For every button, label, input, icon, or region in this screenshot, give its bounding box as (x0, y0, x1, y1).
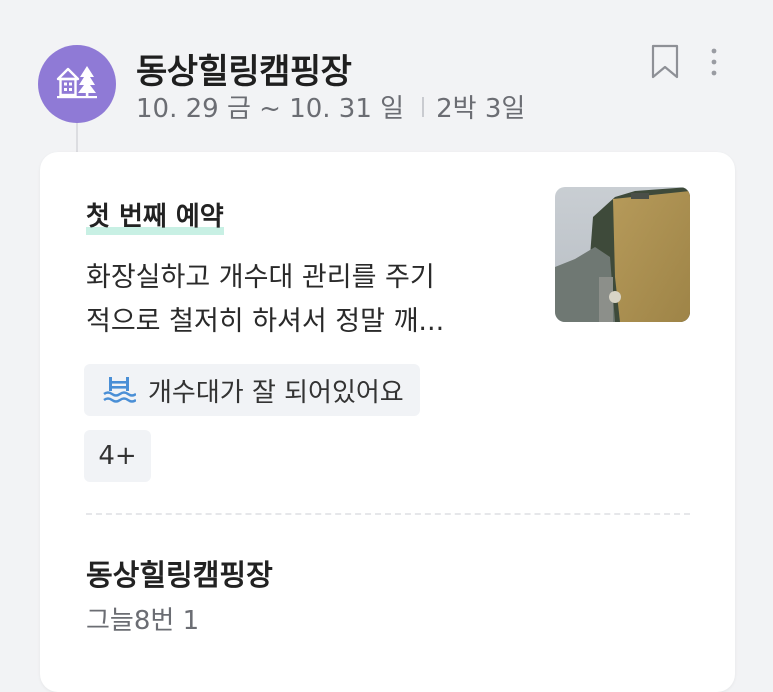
reservation-dates: 10. 29 금 ~ 10. 31 일 2박 3일 (136, 88, 525, 125)
more-options-button[interactable] (700, 44, 728, 84)
campsite-title[interactable]: 동상힐링캠핑장 (136, 44, 352, 93)
stay-duration: 2박 3일 (436, 94, 526, 124)
review-card[interactable]: 첫 번째 예약 화장실하고 개수대 관리를 주기 적으로 철저히 하셔서 정말 … (40, 152, 735, 692)
more-vertical-icon (710, 46, 718, 82)
review-photo-thumbnail[interactable] (555, 187, 690, 322)
review-heading-label: 첫 번째 예약 (86, 202, 224, 232)
review-header: 동상힐링캠핑장 10. 29 금 ~ 10. 31 일 2박 3일 (0, 0, 773, 158)
water-sink-icon (102, 375, 136, 405)
review-text[interactable]: 화장실하고 개수대 관리를 주기 적으로 철저히 하셔서 정말 깨... (86, 256, 526, 344)
review-text-line: 화장실하고 개수대 관리를 주기 (86, 262, 435, 293)
date-range: 10. 29 금 ~ 10. 31 일 (136, 94, 405, 124)
review-tag-chip[interactable]: 개수대가 잘 되어있어요 (84, 364, 420, 416)
bookmark-icon (650, 44, 680, 84)
more-tags-button[interactable]: 4+ (84, 430, 151, 482)
site-detail: 그늘8번 1 (86, 606, 200, 636)
card-divider (86, 513, 690, 515)
review-text-line: 적으로 철저히 하셔서 정말 깨... (86, 306, 445, 337)
campsite-avatar[interactable] (38, 45, 116, 123)
review-tag-label: 개수대가 잘 되어있어요 (148, 377, 404, 408)
review-heading: 첫 번째 예약 (86, 196, 224, 235)
site-name[interactable]: 동상힐링캠핑장 (86, 552, 273, 594)
cabin-trees-icon (56, 63, 98, 105)
bookmark-button[interactable] (648, 44, 682, 84)
date-separator (422, 96, 425, 117)
